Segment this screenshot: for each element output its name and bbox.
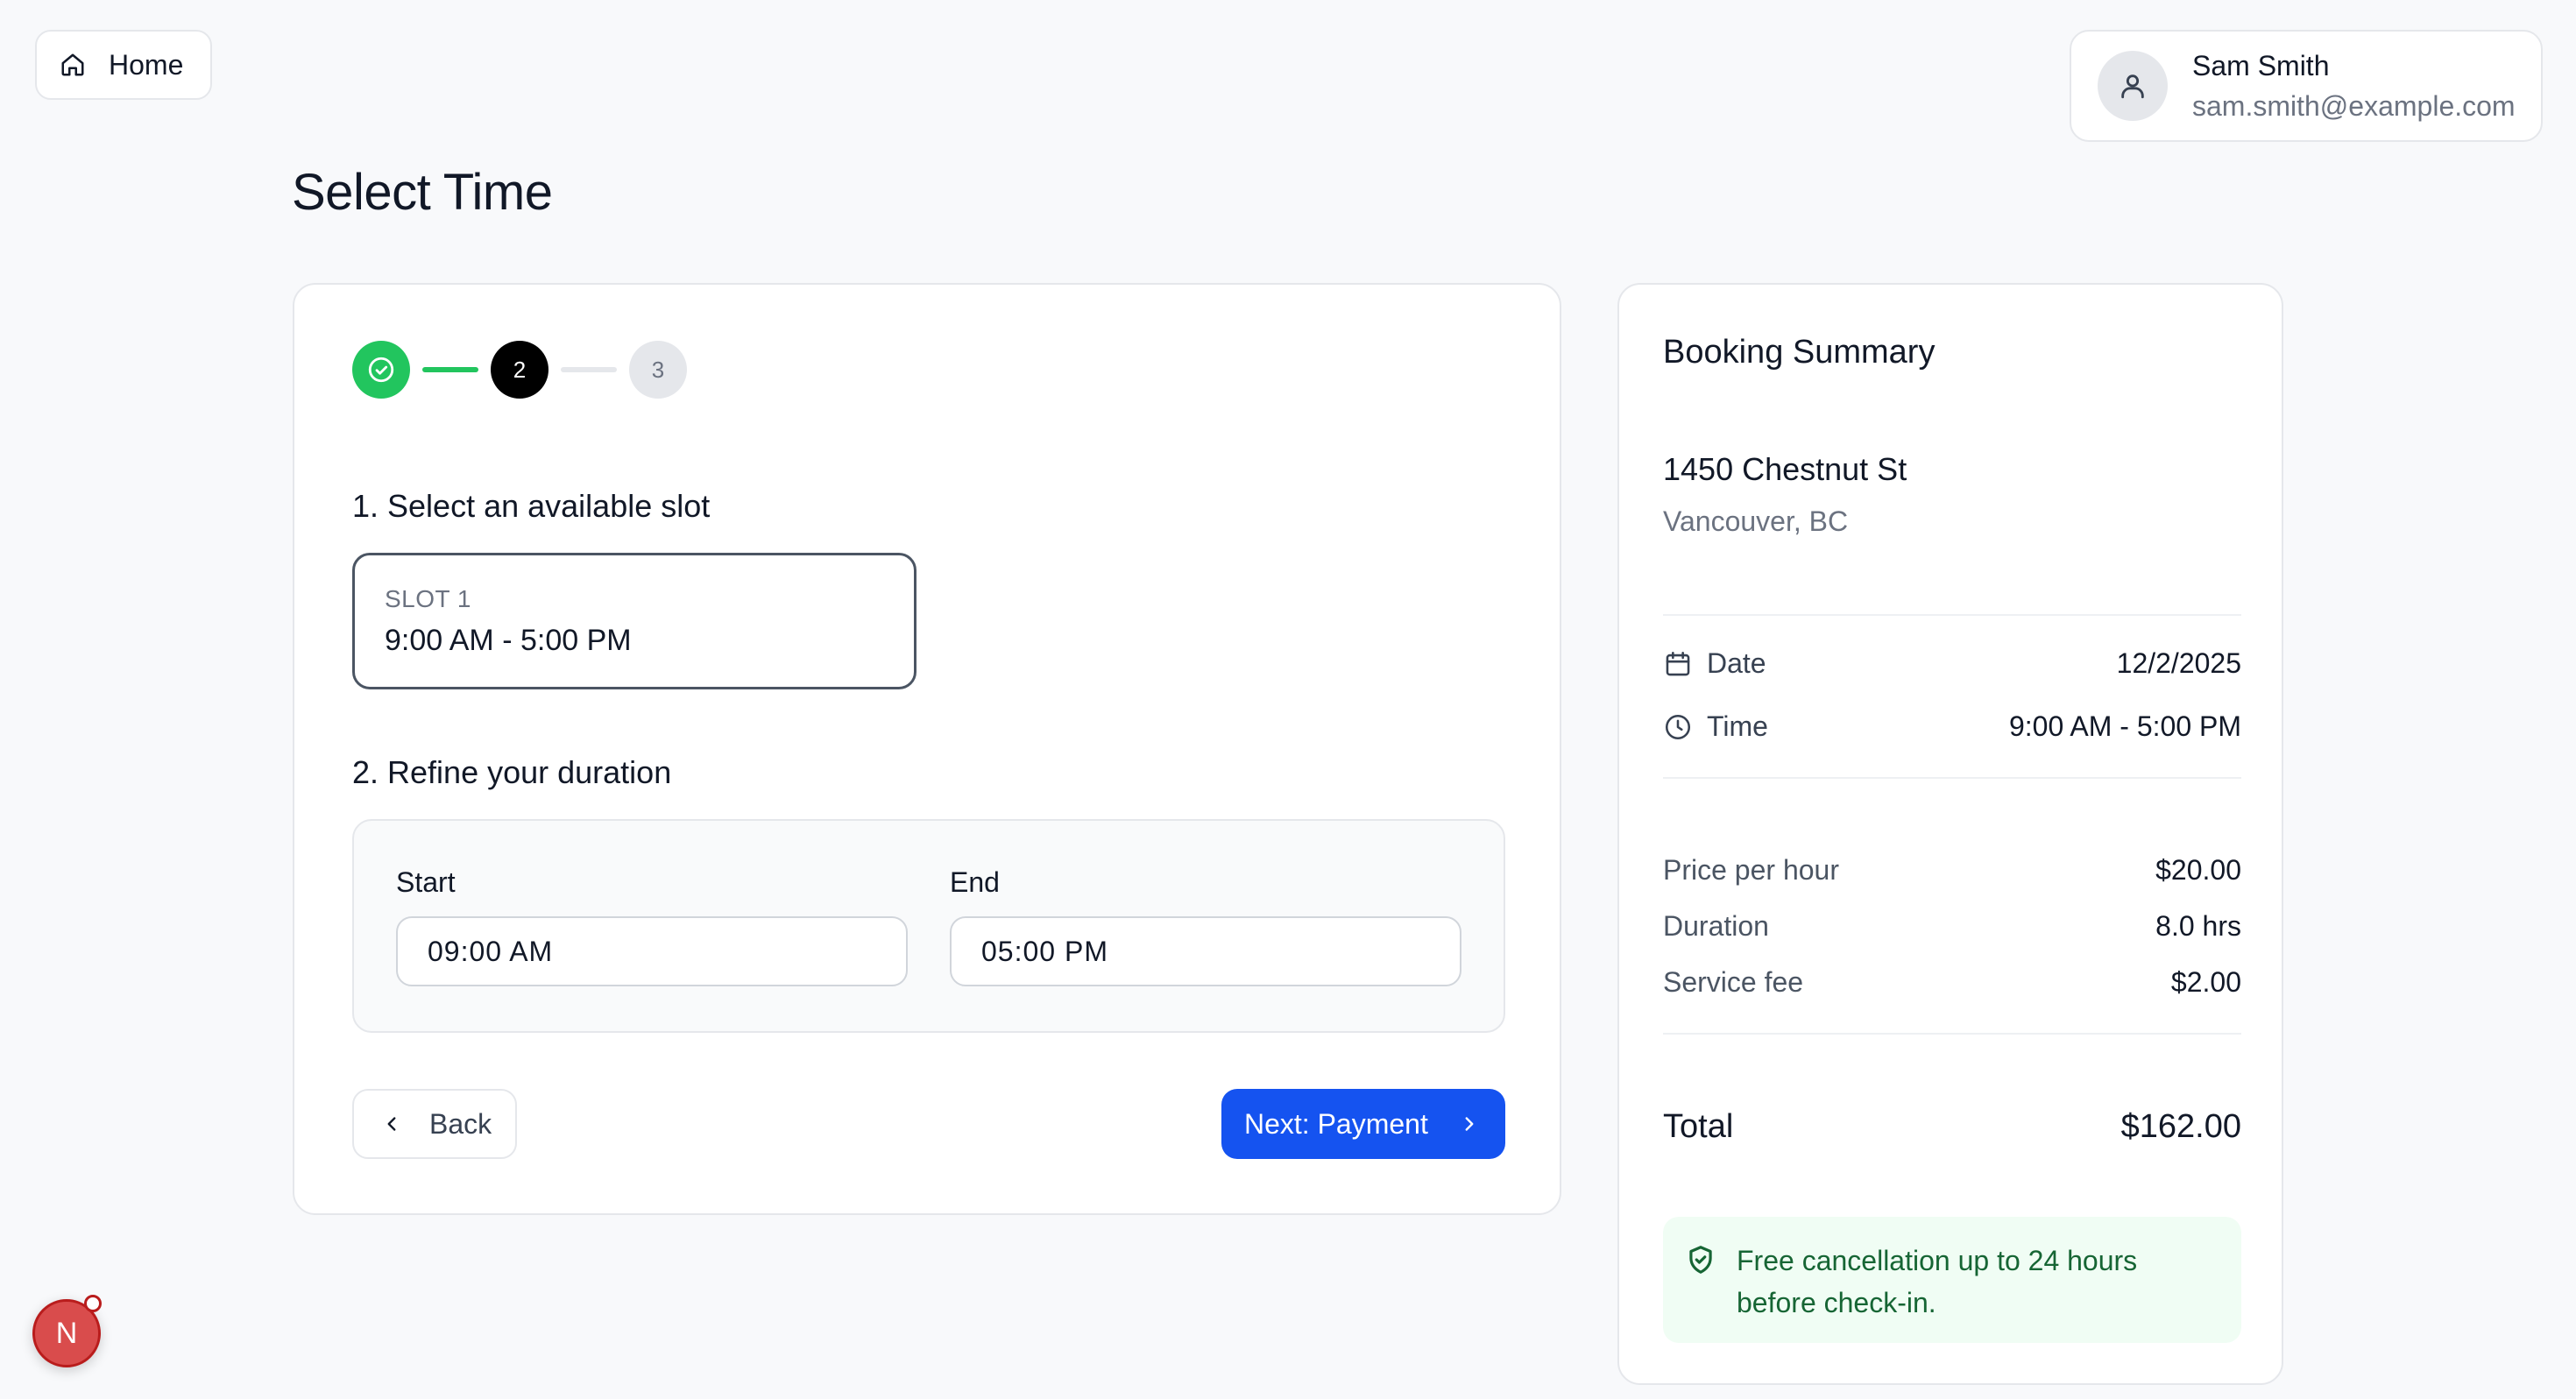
date-row: Date 12/2/2025: [1663, 647, 2241, 680]
start-time-input[interactable]: [396, 916, 908, 986]
end-time-input[interactable]: [950, 916, 1461, 986]
service-fee-value: $2.00: [2170, 966, 2241, 998]
price-value: $20.00: [2155, 854, 2241, 886]
step-3-pending: 3: [629, 341, 687, 399]
total-label: Total: [1663, 1108, 1734, 1145]
price-label: Price per hour: [1663, 854, 1839, 886]
start-field: Start: [396, 866, 908, 986]
clock-icon: [1663, 712, 1693, 742]
time-row: Time 9:00 AM - 5:00 PM: [1663, 710, 2241, 743]
address-city: Vancouver, BC: [1663, 505, 1849, 537]
slot-time: 9:00 AM - 5:00 PM: [385, 624, 632, 657]
chevron-left-icon: [380, 1113, 403, 1135]
notification-dot: [84, 1295, 102, 1312]
notice-line-1: Free cancellation up to 24 hours: [1737, 1245, 2138, 1276]
page-title: Select Time: [292, 164, 553, 221]
total-row: Total $162.00: [1663, 1108, 2241, 1146]
duration-section-heading: 2. Refine your duration: [352, 754, 672, 790]
divider: [1663, 1033, 2241, 1035]
step-connector-2: [561, 367, 617, 372]
user-name: Sam Smith: [2192, 50, 2330, 81]
home-icon: [60, 52, 86, 78]
end-field: End: [950, 866, 1461, 986]
divider: [1663, 614, 2241, 616]
time-label: Time: [1707, 710, 1768, 742]
step-connector-1: [422, 367, 478, 372]
user-icon: [2118, 71, 2148, 101]
price-row: Price per hour $20.00: [1663, 854, 2241, 887]
dev-tools-badge[interactable]: N: [32, 1295, 102, 1367]
slot-label: SLOT 1: [385, 585, 471, 612]
date-label: Date: [1707, 647, 1766, 679]
step-1-complete: [352, 341, 410, 399]
divider: [1663, 777, 2241, 779]
home-label: Home: [109, 48, 184, 81]
shield-check-icon: [1684, 1243, 1717, 1276]
duration-panel: Start End: [352, 819, 1505, 1033]
start-label: Start: [396, 866, 456, 898]
back-button[interactable]: Back: [352, 1089, 517, 1159]
slot-section-heading: 1. Select an available slot: [352, 488, 711, 524]
date-value: 12/2/2025: [2116, 647, 2241, 679]
progress-stepper: 2 3: [352, 341, 687, 399]
home-button[interactable]: Home: [35, 30, 212, 100]
badge-letter: N: [55, 1316, 78, 1350]
duration-label: Duration: [1663, 910, 1769, 942]
summary-title: Booking Summary: [1663, 334, 1936, 371]
slot-option-1[interactable]: SLOT 1 9:00 AM - 5:00 PM: [352, 553, 916, 689]
step-3-number: 3: [651, 356, 665, 383]
user-profile-card[interactable]: Sam Smith sam.smith@example.com: [2070, 30, 2543, 142]
time-value: 9:00 AM - 5:00 PM: [2008, 710, 2241, 742]
calendar-icon: [1663, 649, 1693, 679]
next-payment-button[interactable]: Next: Payment: [1221, 1089, 1505, 1159]
back-label: Back: [429, 1107, 492, 1140]
total-value: $162.00: [2120, 1108, 2241, 1145]
chevron-right-icon: [1458, 1113, 1481, 1135]
time-selection-card: 2 3 1. Select an available slot SLOT 1 9…: [293, 283, 1561, 1215]
duration-value: 8.0 hrs: [2155, 910, 2241, 942]
check-circle-icon: [366, 355, 396, 385]
service-fee-label: Service fee: [1663, 966, 1804, 998]
address-street: 1450 Chestnut St: [1663, 451, 1907, 487]
notice-line-2: before check-in.: [1737, 1287, 1936, 1318]
step-2-current: 2: [491, 341, 548, 399]
duration-row: Duration 8.0 hrs: [1663, 910, 2241, 943]
service-fee-row: Service fee $2.00: [1663, 966, 2241, 999]
step-2-number: 2: [513, 356, 527, 383]
booking-summary-card: Booking Summary 1450 Chestnut St Vancouv…: [1617, 283, 2283, 1385]
cancellation-notice: Free cancellation up to 24 hours before …: [1663, 1217, 2241, 1343]
user-email: sam.smith@example.com: [2192, 90, 2516, 122]
end-label: End: [950, 866, 1000, 898]
avatar: [2098, 51, 2168, 121]
next-label: Next: Payment: [1244, 1107, 1428, 1140]
